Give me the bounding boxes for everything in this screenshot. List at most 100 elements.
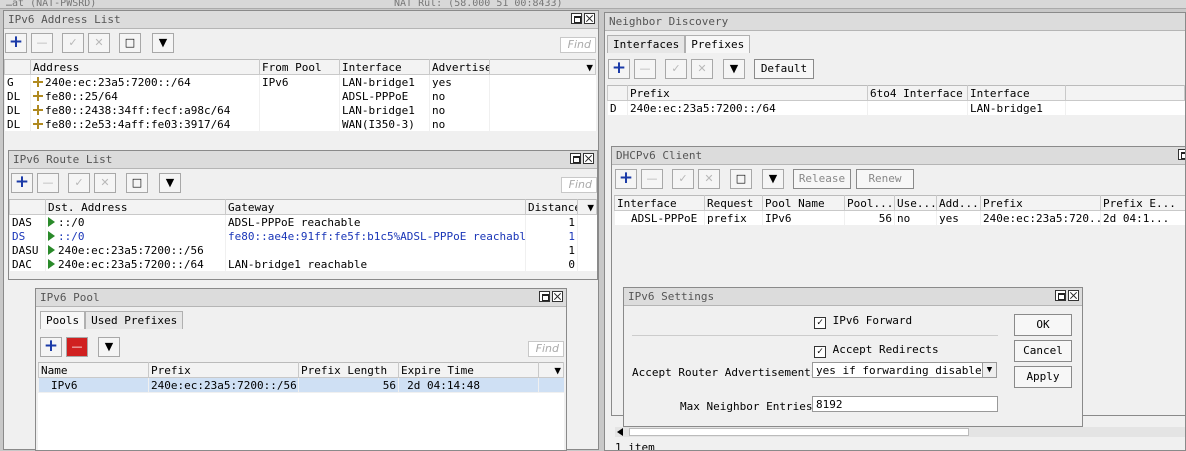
column-header-advertise[interactable]: Advertise — [429, 59, 490, 75]
table-row[interactable]: DL fe80::25/64 ADSL-PPPoE no — [4, 89, 596, 103]
table-row[interactable]: DS ::/0 fe80::ae4e:91ff:fe5f:b1c5%ADSL-P… — [9, 229, 597, 243]
default-button[interactable]: Default — [754, 59, 814, 79]
enable-button[interactable]: ✓ — [665, 59, 687, 79]
add-button[interactable]: + — [11, 173, 33, 193]
tab-pools[interactable]: Pools — [40, 311, 86, 329]
add-button[interactable]: + — [608, 59, 630, 79]
tab-used-prefixes[interactable]: Used Prefixes — [85, 311, 184, 329]
column-header-prefix[interactable]: Prefix — [627, 85, 868, 101]
column-header-pool-length[interactable]: Pool... — [844, 195, 895, 211]
maximize-icon[interactable] — [1055, 290, 1066, 301]
table-row[interactable]: DL fe80::2e53:4aff:fe03:3917/64 WAN(I350… — [4, 117, 596, 131]
tab-interfaces[interactable]: Interfaces — [607, 35, 686, 53]
table-row[interactable]: IPv6 240e:ec:23a5:7200::/56 56 2d 04:14:… — [38, 377, 564, 392]
remove-button[interactable]: — — [37, 173, 59, 193]
remove-button[interactable]: — — [31, 33, 53, 53]
filter-button[interactable]: ▼ — [723, 59, 745, 79]
maximize-icon[interactable] — [571, 13, 582, 24]
enable-button[interactable]: ✓ — [62, 33, 84, 53]
column-chooser[interactable]: ▼ — [538, 362, 564, 378]
comment-button[interactable]: □ — [126, 173, 148, 193]
comment-button[interactable]: □ — [119, 33, 141, 53]
scroll-thumb[interactable] — [629, 428, 969, 436]
tab-prefixes[interactable]: Prefixes — [685, 35, 751, 53]
add-button[interactable]: + — [615, 169, 637, 189]
column-header-dst-address[interactable]: Dst. Address — [45, 199, 226, 215]
add-button[interactable]: + — [40, 337, 62, 357]
ipv6-address-list-titlebar[interactable]: IPv6 Address List — [4, 11, 598, 29]
comment-button[interactable]: □ — [730, 169, 752, 189]
renew-button[interactable]: Renew — [856, 169, 914, 189]
ipv6-settings-titlebar[interactable]: IPv6 Settings — [624, 288, 1082, 306]
disable-button[interactable]: ✕ — [691, 59, 713, 79]
table-row[interactable]: D 240e:ec:23a5:7200::/64 LAN-bridge1 — [607, 100, 1185, 115]
column-header-from-pool[interactable]: From Pool — [259, 59, 340, 75]
column-header-interface[interactable]: Interface — [967, 85, 1066, 101]
disable-button[interactable]: ✕ — [88, 33, 110, 53]
column-header-use[interactable]: Use... — [894, 195, 937, 211]
column-header-prefix[interactable]: Prefix — [148, 362, 299, 378]
column-header-pool-name[interactable]: Pool Name — [762, 195, 845, 211]
accept-redirects-checkbox[interactable]: ✓ — [814, 346, 826, 358]
ok-button[interactable]: OK — [1014, 314, 1072, 336]
dhcpv6-client-titlebar[interactable]: DHCPv6 Client — [612, 147, 1185, 165]
neighbor-discovery-title: Neighbor Discovery — [609, 15, 729, 28]
column-header-gateway[interactable]: Gateway — [225, 199, 526, 215]
close-icon[interactable] — [583, 153, 594, 164]
release-button[interactable]: Release — [793, 169, 851, 189]
find-input[interactable]: Find — [561, 177, 597, 193]
column-header-prefix-expires[interactable]: Prefix E... — [1100, 195, 1185, 211]
column-header-interface[interactable]: Interface — [339, 59, 430, 75]
table-row[interactable]: DL fe80::2438:34ff:fecf:a98c/64 LAN-brid… — [4, 103, 596, 117]
ipv6-forward-checkbox[interactable]: ✓ — [814, 317, 826, 329]
table-row[interactable]: DAC 240e:ec:23a5:7200::/64 LAN-bridge1 r… — [9, 257, 597, 271]
column-header-prefix-length[interactable]: Prefix Length — [298, 362, 399, 378]
add-button[interactable]: + — [5, 33, 27, 53]
table-row[interactable]: ADSL-PPPoE prefix IPv6 56 no yes 240e:ec… — [614, 210, 1185, 225]
close-icon[interactable] — [1068, 290, 1079, 301]
ipv6-route-list-titlebar[interactable]: IPv6 Route List — [9, 151, 597, 169]
table-row[interactable]: G 240e:ec:23a5:7200::/64 IPv6 LAN-bridge… — [4, 74, 596, 89]
plus-icon: + — [618, 168, 634, 188]
column-chooser[interactable]: ▼ — [577, 199, 597, 215]
column-chooser[interactable]: ▼ — [489, 59, 596, 75]
column-header-expire-time[interactable]: Expire Time — [398, 362, 539, 378]
max-neighbor-entries-field[interactable]: 8192 — [812, 396, 998, 412]
column-header-address[interactable]: Address — [30, 59, 260, 75]
cancel-button[interactable]: Cancel — [1014, 340, 1072, 362]
apply-button[interactable]: Apply — [1014, 366, 1072, 388]
column-header-distance[interactable]: Distance — [525, 199, 578, 215]
horizontal-scrollbar[interactable] — [615, 427, 1185, 437]
remove-button[interactable]: — — [634, 59, 656, 79]
neighbor-discovery-titlebar[interactable]: Neighbor Discovery — [605, 13, 1185, 31]
column-header-interface[interactable]: Interface — [614, 195, 705, 211]
filter-button[interactable]: ▼ — [98, 337, 120, 357]
column-header-request[interactable]: Request — [704, 195, 763, 211]
column-header-add[interactable]: Add... — [936, 195, 981, 211]
enable-button[interactable]: ✓ — [68, 173, 90, 193]
find-input[interactable]: Find — [560, 37, 596, 53]
remove-button[interactable]: — — [641, 169, 663, 189]
disable-button[interactable]: ✕ — [94, 173, 116, 193]
find-input[interactable]: Find — [528, 341, 564, 357]
filter-button[interactable]: ▼ — [762, 169, 784, 189]
column-header-prefix[interactable]: Prefix — [980, 195, 1101, 211]
close-icon[interactable] — [584, 13, 595, 24]
table-row[interactable]: DASU 240e:ec:23a5:7200::/56 1 — [9, 243, 597, 257]
enable-button[interactable]: ✓ — [672, 169, 694, 189]
accept-router-advertisements-select[interactable]: yes if forwarding disabled — [812, 362, 996, 378]
maximize-icon[interactable] — [539, 291, 550, 302]
maximize-icon[interactable] — [570, 153, 581, 164]
filter-button[interactable]: ▼ — [152, 33, 174, 53]
remove-button[interactable]: — — [66, 337, 88, 357]
maximize-icon[interactable] — [1178, 149, 1185, 160]
column-header-name[interactable]: Name — [38, 362, 149, 378]
table-row[interactable]: DAS ::/0 ADSL-PPPoE reachable 1 — [9, 214, 597, 229]
column-header-6to4-interface[interactable]: 6to4 Interface — [867, 85, 968, 101]
close-icon[interactable] — [552, 291, 563, 302]
filter-button[interactable]: ▼ — [159, 173, 181, 193]
ipv6-pool-titlebar[interactable]: IPv6 Pool — [36, 289, 566, 307]
select-dropdown-button[interactable]: ▼ — [982, 362, 997, 378]
scroll-left-icon[interactable] — [617, 428, 623, 436]
disable-button[interactable]: ✕ — [698, 169, 720, 189]
